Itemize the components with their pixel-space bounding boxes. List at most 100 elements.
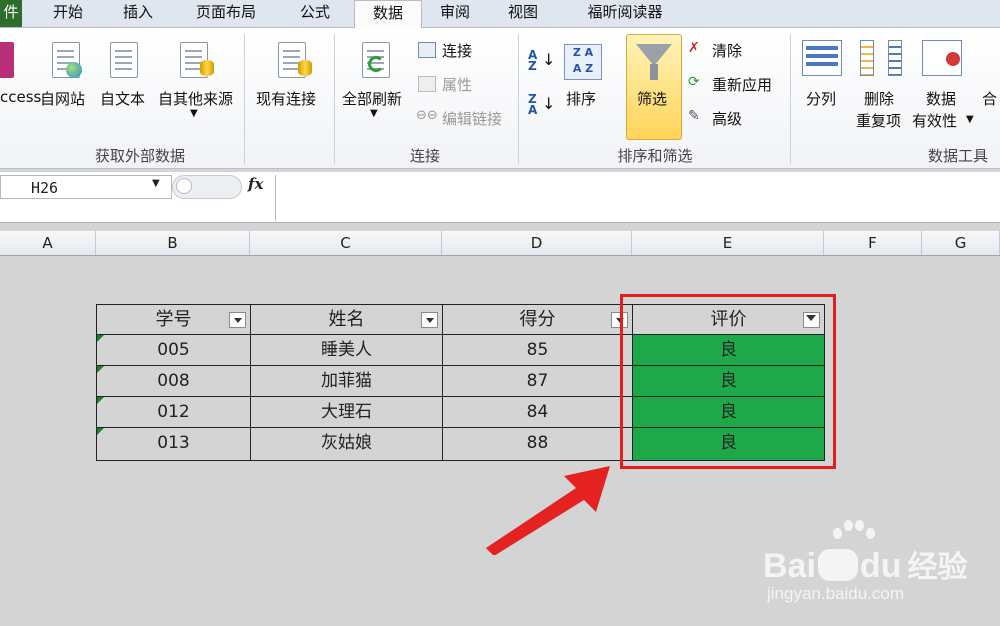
text-to-columns-lines <box>806 46 838 50</box>
column-header-c[interactable]: C <box>250 231 442 255</box>
header-label: 学号 <box>155 309 192 330</box>
tab-formulas[interactable]: 公式 <box>284 0 346 27</box>
chevron-down-icon[interactable]: ▼ <box>370 108 378 119</box>
sort-arrow-down-icon: ↓ <box>542 50 556 69</box>
reapply-icon: ⟳ <box>688 74 700 90</box>
table-cell[interactable]: 大理石 <box>250 396 443 428</box>
paw-icon <box>833 520 875 542</box>
table-cell[interactable]: 005 <box>96 334 251 366</box>
funnel-icon <box>636 44 672 66</box>
number-as-text-indicator <box>97 366 104 373</box>
header-label: 得分 <box>519 309 556 330</box>
remove-duplicates-button[interactable]: 删除 <box>864 88 894 109</box>
clear-filter-icon: ✗ <box>688 40 700 56</box>
globe-icon <box>66 62 82 78</box>
column-header-g[interactable]: G <box>922 231 1000 255</box>
column-header-d[interactable]: D <box>442 231 632 255</box>
tab-foxit-reader[interactable]: 福昕阅读器 <box>570 0 680 27</box>
consolidate-button[interactable]: 合 <box>982 88 997 109</box>
table-cell[interactable]: 85 <box>442 334 633 366</box>
table-cell[interactable]: 加菲猫 <box>250 365 443 397</box>
table-cell[interactable]: 008 <box>96 365 251 397</box>
header-cell-score[interactable]: 得分 <box>442 304 633 335</box>
tab-page-layout[interactable]: 页面布局 <box>180 0 272 27</box>
table-cell[interactable]: 84 <box>442 396 633 428</box>
annotation-arrow-icon <box>486 466 610 555</box>
tab-file[interactable]: 件 <box>0 0 22 27</box>
from-web-button[interactable]: 自网站 <box>40 88 85 109</box>
tab-insert[interactable]: 插入 <box>106 0 170 27</box>
number-as-text-indicator <box>97 428 104 435</box>
data-validation-label-2: 有效性 <box>912 112 958 130</box>
header-cell-student-id[interactable]: 学号 <box>96 304 251 335</box>
table-cell[interactable]: 睡美人 <box>250 334 443 366</box>
sort-button[interactable]: 排序 <box>566 88 596 109</box>
name-box[interactable]: H26 <box>0 175 172 199</box>
connections-button[interactable]: 连接 <box>442 40 472 61</box>
table-cell[interactable]: 012 <box>96 396 251 428</box>
insert-function-button[interactable]: fx <box>248 175 263 193</box>
no-entry-icon <box>946 52 960 66</box>
header-cell-name[interactable]: 姓名 <box>250 304 443 335</box>
header-label: 姓名 <box>328 309 365 330</box>
advanced-button[interactable]: 高级 <box>712 108 742 129</box>
database-icon <box>200 60 214 76</box>
chevron-down-icon[interactable]: ▼ <box>190 108 198 119</box>
sort-arrow-down-icon: ↓ <box>542 94 556 113</box>
circle-icon <box>176 178 192 194</box>
column-header-b[interactable]: B <box>96 231 250 255</box>
refresh-all-button[interactable]: 全部刷新 <box>342 88 402 109</box>
properties-button[interactable]: 属性 <box>442 74 472 95</box>
formula-input[interactable] <box>275 175 1000 221</box>
number-as-text-indicator <box>97 335 104 342</box>
table-cell[interactable]: 灰姑娘 <box>250 427 443 461</box>
advanced-filter-icon: ✎ <box>688 108 700 124</box>
filter-dropdown-icon[interactable] <box>421 312 438 328</box>
sort-z-to-a-icon[interactable]: ZA <box>528 93 537 116</box>
table-cell[interactable]: 87 <box>442 365 633 397</box>
remove-duplicates-icon-2 <box>888 40 902 76</box>
group-label-get-external-data: 获取外部数据 <box>94 147 185 165</box>
funnel-stem <box>650 64 658 80</box>
watermark-brand: Bai <box>763 547 816 585</box>
ribbon: ccess 自网站 自文本 自其他来源 ▼ 现有连接 获取外部数据 全部刷新 ▼… <box>0 28 1000 169</box>
watermark-cn: 经验 <box>907 550 968 585</box>
tab-view[interactable]: 视图 <box>492 0 554 27</box>
text-to-columns-button[interactable]: 分列 <box>806 88 836 109</box>
watermark-url: jingyan.baidu.com <box>767 584 905 603</box>
sort-a-to-z-icon[interactable]: AZ <box>528 49 537 72</box>
group-label-sort-filter: 排序和筛选 <box>617 147 693 165</box>
chevron-down-icon[interactable]: ▼ <box>966 114 974 125</box>
group-label-connections: 连接 <box>409 147 440 165</box>
table-cell[interactable]: 013 <box>96 427 251 461</box>
data-validation-button[interactable]: 数据 <box>926 88 956 109</box>
remove-duplicates-label-2: 重复项 <box>856 112 902 130</box>
tab-home[interactable]: 开始 <box>36 0 100 27</box>
column-header-f[interactable]: F <box>824 231 922 255</box>
tab-review[interactable]: 审阅 <box>424 0 486 27</box>
filter-button[interactable]: 筛选 <box>637 88 667 109</box>
ribbon-tab-bar: 件 开始 插入 页面布局 公式 数据 审阅 视图 福昕阅读器 <box>0 0 1000 29</box>
from-other-sources-button[interactable]: 自其他来源 <box>158 88 233 109</box>
existing-connections-button[interactable]: 现有连接 <box>256 88 316 109</box>
edit-links-button[interactable]: 编辑链接 <box>442 108 502 129</box>
from-access-button[interactable]: ccess <box>0 88 41 106</box>
sort-dialog-icon: Z AA Z <box>564 44 602 80</box>
from-text-button[interactable]: 自文本 <box>100 88 145 109</box>
filter-dropdown-icon[interactable] <box>229 312 246 328</box>
tab-data[interactable]: 数据 <box>354 0 422 29</box>
database-icon <box>298 60 312 76</box>
clear-button[interactable]: 清除 <box>712 40 742 61</box>
remove-duplicates-icon <box>860 40 874 76</box>
table-cell[interactable]: 88 <box>442 427 633 461</box>
access-icon <box>0 42 14 78</box>
reapply-button[interactable]: 重新应用 <box>712 74 772 95</box>
chevron-down-icon[interactable]: ▼ <box>152 178 160 189</box>
group-label-data-tools: 数据工具 <box>927 147 988 165</box>
edit-links-icon: ⊖⊖ <box>416 108 438 123</box>
column-header-a[interactable]: A <box>0 231 96 255</box>
column-header-e[interactable]: E <box>632 231 824 255</box>
watermark-brand-2: du <box>859 547 902 585</box>
number-as-text-indicator <box>97 397 104 404</box>
column-headers: A B C D E F G <box>0 231 1000 256</box>
